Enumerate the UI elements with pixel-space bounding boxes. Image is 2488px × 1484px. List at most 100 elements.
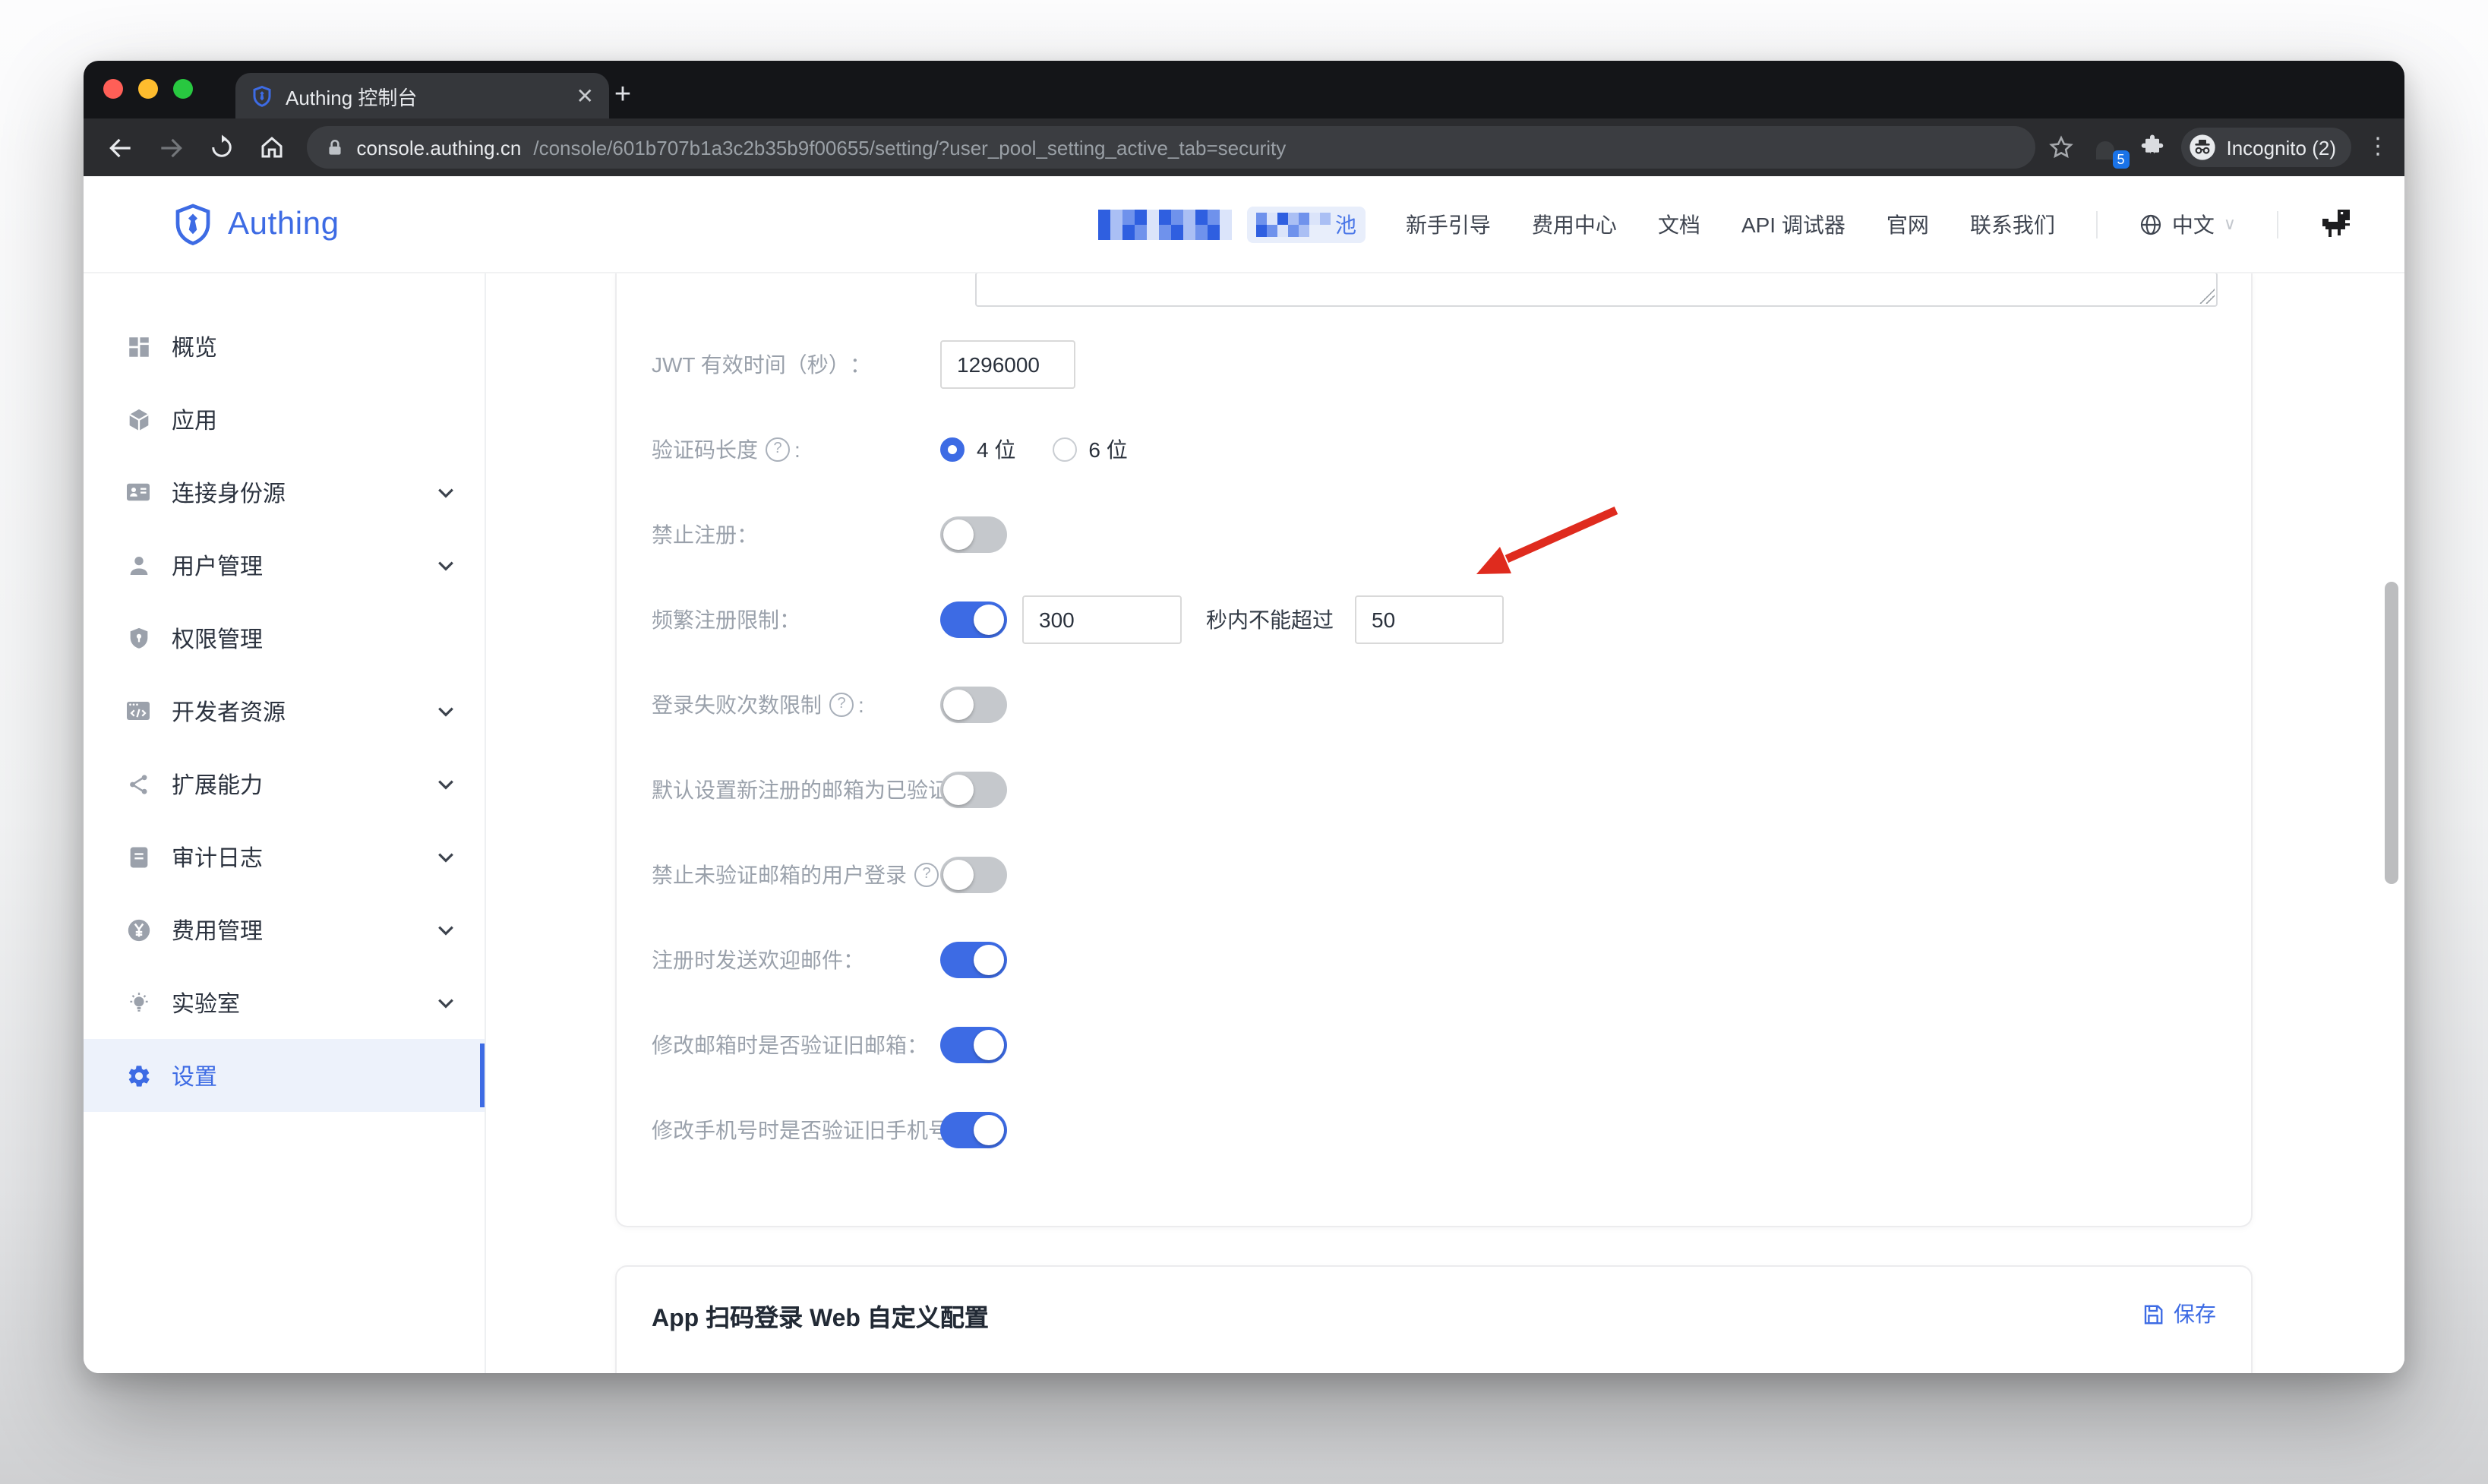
default-email-verified-toggle[interactable]	[940, 772, 1007, 808]
field-label: 验证码长度:	[617, 434, 940, 465]
help-icon[interactable]	[766, 437, 790, 462]
nav-official-site[interactable]: 官网	[1887, 209, 1929, 239]
browser-window: Authing 控制台 ✕ +	[84, 61, 2404, 1373]
field-label: 默认设置新注册的邮箱为已验证：	[617, 775, 940, 805]
extensions-puzzle-icon[interactable]	[2138, 134, 2165, 161]
desktop: Authing 控制台 ✕ +	[0, 0, 2488, 1484]
limit-seconds-input[interactable]	[1022, 595, 1182, 644]
nav-api-debugger[interactable]: API 调试器	[1741, 209, 1845, 239]
extension-icon[interactable]: 5	[2089, 131, 2123, 164]
sidebar-item-user-management[interactable]: 用户管理	[84, 529, 485, 601]
form-row-login-failure-limit: 登录失败次数限制:	[617, 662, 2251, 747]
sidebar-item-developer-resources[interactable]: 开发者资源	[84, 674, 485, 747]
field-label: 禁止未验证邮箱的用户登录:	[617, 860, 940, 890]
radio-6-digits[interactable]	[1052, 437, 1076, 462]
pool-name-pill[interactable]: 池	[1247, 206, 1366, 242]
dino-icon[interactable]	[2319, 207, 2353, 241]
welcome-email-toggle[interactable]	[940, 942, 1007, 978]
textarea-field[interactable]	[975, 273, 2218, 307]
nav-billing-center[interactable]: 费用中心	[1532, 209, 1617, 239]
sidebar: 概览 应用 连接身份源	[84, 273, 486, 1373]
divider	[2096, 210, 2098, 238]
settings-content: JWT 有效时间（秒）： 验证码长度: 4 位	[486, 273, 2404, 1373]
sidebar-item-billing-management[interactable]: 费用管理	[84, 893, 485, 966]
browser-tab[interactable]: Authing 控制台 ✕	[235, 73, 609, 118]
frequent-registration-toggle[interactable]	[940, 601, 1007, 638]
home-icon[interactable]	[253, 128, 291, 167]
pixelated-text-block	[1256, 212, 1332, 236]
limit-count-input[interactable]	[1355, 595, 1504, 644]
globe-icon	[2139, 212, 2163, 236]
radio-4-digits[interactable]	[940, 437, 965, 462]
nav-onboarding[interactable]: 新手引导	[1406, 209, 1491, 239]
browser-toolbar: console.authing.cn/console/601b707b1a3c2…	[84, 118, 2404, 176]
extension-badge: 5	[2112, 150, 2129, 169]
code-window-icon	[125, 697, 152, 725]
authing-favicon	[251, 84, 273, 107]
forward-icon[interactable]	[152, 128, 190, 167]
sidebar-item-applications[interactable]: 应用	[84, 383, 485, 456]
sidebar-item-labs[interactable]: 实验室	[84, 966, 485, 1039]
toolbar-right: 5 Incognito (2) ⋮	[2047, 128, 2404, 167]
sidebar-item-extensions[interactable]: 扩展能力	[84, 747, 485, 820]
form-row-frequent-registration-limit: 频繁注册限制： 秒内不能超过	[617, 577, 2251, 662]
url-host: console.authing.cn	[357, 136, 522, 159]
save-button[interactable]: 保存	[2142, 1299, 2216, 1329]
gear-icon	[125, 1062, 152, 1089]
console-header: Authing 池 新手引导 费用中心 文档	[84, 176, 2404, 273]
page-body: 概览 应用 连接身份源	[84, 273, 2404, 1373]
form-row-welcome-email: 注册时发送欢迎邮件：	[617, 917, 2251, 1002]
disable-registration-toggle[interactable]	[940, 516, 1007, 553]
page-scrollbar-thumb[interactable]	[2385, 582, 2398, 884]
browser-menu-icon[interactable]: ⋮	[2366, 140, 2389, 155]
incognito-label: Incognito (2)	[2226, 136, 2336, 159]
form-row-code-length: 验证码长度: 4 位 6 位	[617, 407, 2251, 492]
verify-old-email-toggle[interactable]	[940, 1027, 1007, 1063]
resize-grip-icon[interactable]	[2199, 289, 2215, 304]
authing-logo[interactable]: Authing	[170, 201, 339, 247]
close-window-button[interactable]	[103, 79, 123, 99]
dashboard-grid-icon	[125, 333, 152, 360]
yen-circle-icon	[125, 916, 152, 943]
nav-contact-us[interactable]: 联系我们	[1970, 209, 2055, 239]
tab-strip: Authing 控制台 ✕ +	[84, 61, 2404, 118]
window-controls	[103, 79, 193, 99]
sidebar-item-overview[interactable]: 概览	[84, 310, 485, 383]
sidebar-item-audit-logs[interactable]: 审计日志	[84, 820, 485, 893]
help-icon[interactable]	[914, 863, 939, 887]
login-failure-limit-toggle[interactable]	[940, 687, 1007, 723]
sidebar-item-identity-sources[interactable]: 连接身份源	[84, 456, 485, 529]
bookmark-star-icon[interactable]	[2047, 134, 2074, 161]
incognito-badge[interactable]: Incognito (2)	[2180, 128, 2351, 167]
incognito-icon	[2186, 132, 2217, 163]
sidebar-item-settings[interactable]: 设置	[84, 1039, 485, 1112]
minimize-window-button[interactable]	[138, 79, 158, 99]
tab-close-icon[interactable]: ✕	[576, 83, 594, 109]
field-label: 频繁注册限制：	[617, 605, 940, 635]
form-row-disable-registration: 禁止注册：	[617, 492, 2251, 577]
reload-icon[interactable]	[203, 128, 241, 167]
new-tab-button[interactable]: +	[603, 76, 643, 115]
zoom-window-button[interactable]	[173, 79, 193, 99]
jwt-ttl-input[interactable]	[940, 340, 1075, 389]
nav-docs[interactable]: 文档	[1658, 209, 1700, 239]
help-icon[interactable]	[829, 693, 854, 717]
address-bar[interactable]: console.authing.cn/console/601b707b1a3c2…	[307, 126, 2035, 169]
divider	[2277, 210, 2278, 238]
limit-middle-text: 秒内不能超过	[1206, 605, 1334, 635]
language-switcher[interactable]: 中文 ∨	[2139, 209, 2236, 239]
back-icon[interactable]	[102, 128, 140, 167]
chevron-down-icon	[437, 916, 454, 943]
verify-old-phone-toggle[interactable]	[940, 1112, 1007, 1148]
document-icon	[125, 843, 152, 870]
sidebar-item-permission-management[interactable]: 权限管理	[84, 601, 485, 674]
form-row-verify-old-phone: 修改手机号时是否验证旧手机号：	[617, 1088, 2251, 1173]
radio-label[interactable]: 6 位	[1088, 434, 1127, 465]
authing-shield-icon	[170, 201, 216, 247]
field-label: 登录失败次数限制:	[617, 690, 940, 720]
forbid-unverified-email-login-toggle[interactable]	[940, 857, 1007, 893]
save-floppy-icon	[2142, 1302, 2164, 1325]
card-title: App 扫码登录 Web 自定义配置	[652, 1297, 989, 1334]
radio-label[interactable]: 4 位	[977, 434, 1015, 465]
chevron-down-icon	[437, 478, 454, 506]
